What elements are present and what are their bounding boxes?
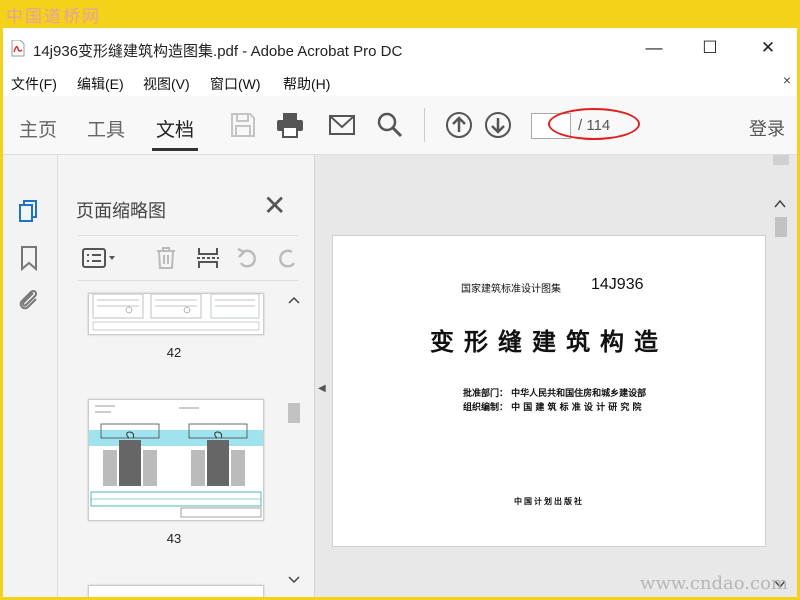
document-compiler: 组织编制： 中 国 建 筑 标 准 设 计 研 究 院 (463, 403, 642, 413)
thumbnail-drawing (89, 405, 263, 518)
print-icon[interactable] (275, 110, 305, 140)
rotate-right-icon[interactable] (276, 246, 300, 270)
tab-tools[interactable]: 工具 (87, 115, 125, 142)
save-icon[interactable] (228, 110, 258, 140)
login-button[interactable]: 登录 (749, 115, 785, 141)
document-series: 国家建筑标准设计图集 (461, 284, 561, 295)
extract-page-icon[interactable] (196, 246, 220, 270)
thumbnail-toolbar (78, 235, 298, 281)
tab-home[interactable]: 主页 (19, 115, 57, 142)
bookmark-icon[interactable] (16, 245, 42, 271)
thumbnail-scrollbar[interactable] (286, 295, 302, 595)
page-thumbnails-icon[interactable] (16, 199, 42, 225)
menu-bar: 文件(F) 编辑(E) 视图(V) 窗口(W) 帮助(H) × (3, 72, 797, 92)
close-window-button[interactable]: ✕ (753, 36, 783, 60)
active-tab-indicator (152, 148, 198, 151)
delete-page-icon[interactable] (154, 246, 178, 270)
toolbar-separator (424, 108, 425, 142)
thumbnail-page-number: 43 (166, 531, 182, 546)
document-scrollbar[interactable] (771, 155, 789, 597)
tab-document[interactable]: 文档 (156, 115, 194, 142)
menu-file[interactable]: 文件(F) (11, 74, 57, 94)
window-title: 14j936变形缝建筑构造图集.pdf - Adobe Acrobat Pro … (33, 43, 403, 60)
thumbnails-panel: 页面缩略图 ✕ 42 43 (58, 155, 315, 597)
menu-window[interactable]: 窗口(W) (210, 74, 261, 94)
document-approval: 批准部门： 中华人民共和国住房和城乡建设部 (463, 389, 647, 399)
thumbnail-drawing (92, 293, 260, 331)
watermark-top-left: 中国道桥网 (6, 7, 101, 27)
highlight-ellipse (548, 108, 640, 140)
thumbnail-page-43[interactable] (88, 399, 264, 521)
document-title: 变形缝建筑构造 (430, 328, 668, 356)
watermark-bottom-right: www.cndao.com (640, 573, 788, 594)
document-page: 国家建筑标准设计图集 14J936 变形缝建筑构造 批准部门： 中华人民共和国住… (332, 235, 766, 547)
rotate-left-icon[interactable] (235, 246, 259, 270)
title-bar: 14j936变形缝建筑构造图集.pdf - Adobe Acrobat Pro … (3, 28, 797, 68)
pdf-file-icon (11, 40, 25, 57)
document-view: ◀ 国家建筑标准设计图集 14J936 变形缝建筑构造 批准部门： 中华人民共和… (315, 155, 797, 597)
previous-page-icon[interactable] (444, 110, 474, 140)
thumbnail-page-number: 42 (166, 345, 182, 360)
maximize-button[interactable]: ☐ (695, 36, 725, 60)
menu-edit[interactable]: 编辑(E) (77, 74, 124, 94)
main-toolbar: 主页 工具 文档 / 114 登录 (3, 96, 797, 155)
navigation-rail (3, 155, 58, 597)
document-code: 14J936 (591, 276, 644, 293)
menu-close-icon[interactable]: × (783, 72, 791, 88)
acrobat-window: 14j936变形缝建筑构造图集.pdf - Adobe Acrobat Pro … (3, 28, 797, 597)
email-icon[interactable] (327, 110, 357, 140)
thumbnail-page-next[interactable] (88, 585, 264, 597)
thumbnails-panel-title: 页面缩略图 (76, 201, 166, 221)
menu-view[interactable]: 视图(V) (143, 74, 190, 94)
menu-help[interactable]: 帮助(H) (283, 74, 330, 94)
collapse-panel-icon[interactable]: ◀ (318, 383, 326, 394)
close-panel-icon[interactable]: ✕ (263, 189, 286, 222)
next-page-icon[interactable] (483, 110, 513, 140)
attachment-icon[interactable] (16, 287, 42, 313)
document-publisher: 中国计划出版社 (514, 496, 584, 506)
search-icon[interactable] (375, 110, 405, 140)
thumbnail-page-42[interactable] (88, 293, 264, 335)
minimize-button[interactable]: — (639, 36, 669, 60)
thumbnail-options-icon[interactable] (82, 246, 118, 270)
